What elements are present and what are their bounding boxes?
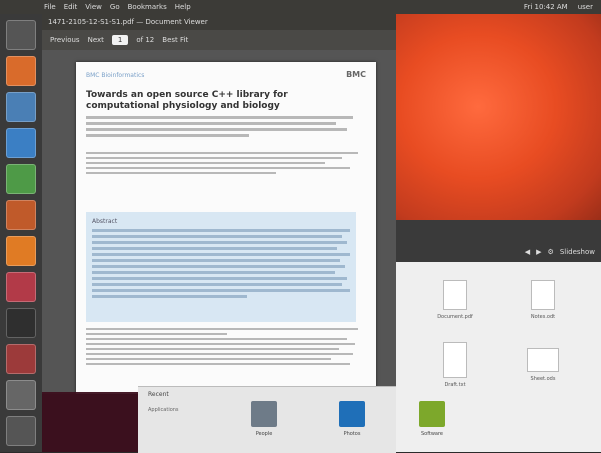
trash-icon[interactable] <box>6 416 36 446</box>
page-count: of 12 <box>136 36 155 44</box>
wallpaper-preview[interactable] <box>396 14 601 220</box>
app-menu: File Edit View Go Bookmarks Help <box>44 3 191 11</box>
next-button[interactable]: Next <box>88 36 104 44</box>
abstract-heading: Abstract <box>92 218 118 225</box>
calc-icon[interactable] <box>6 164 36 194</box>
body-text <box>86 328 358 368</box>
shelf-subheading[interactable]: Applications <box>148 407 179 413</box>
menu-go[interactable]: Go <box>110 3 120 11</box>
shelf-heading: Recent <box>148 391 169 398</box>
slideshow-button[interactable]: Slideshow <box>560 248 595 256</box>
file-item[interactable]: Notes.odt <box>508 280 578 320</box>
launcher <box>0 14 43 452</box>
workspace-icon[interactable] <box>6 380 36 410</box>
dash-home-icon[interactable] <box>6 20 36 50</box>
previous-button[interactable]: Previous <box>50 36 80 44</box>
shelf-item-people[interactable]: People <box>234 401 294 437</box>
file-name: Notes.odt <box>530 314 556 320</box>
abstract-box: Abstract <box>86 212 356 322</box>
clock[interactable]: Fri 10:42 AM <box>524 3 568 11</box>
settings-icon[interactable] <box>6 344 36 374</box>
photo-controls: ◀ ▶ ⚙ Slideshow <box>396 220 601 262</box>
zoom-select[interactable]: Best Fit <box>162 36 188 44</box>
next-photo-button[interactable]: ▶ <box>536 248 541 256</box>
shelf-item-photos[interactable]: Photos <box>322 401 382 437</box>
publisher-logo: BMC <box>346 70 366 79</box>
file-item[interactable]: Sheet.ods <box>508 348 578 382</box>
document-icon <box>443 280 467 310</box>
menu-edit[interactable]: Edit <box>64 3 78 11</box>
writer-icon[interactable] <box>6 128 36 158</box>
menu-file[interactable]: File <box>44 3 56 11</box>
file-name: Document.pdf <box>437 314 473 320</box>
shelf-item-label: Photos <box>343 431 361 437</box>
previous-photo-button[interactable]: ◀ <box>525 248 530 256</box>
pdf-page[interactable]: BMC Bioinformatics BMC Towards an open s… <box>76 62 376 394</box>
viewer-titlebar: 1471-2105-12-S1-S1.pdf — Document Viewer <box>42 14 396 30</box>
dash-results-shelf: Recent Applications People Photos Softwa… <box>138 386 445 453</box>
shelf-item-label: People <box>255 431 273 437</box>
dash-overlay <box>42 392 138 452</box>
journal-name: BMC Bioinformatics <box>86 72 145 79</box>
people-icon <box>251 401 277 427</box>
files-icon[interactable] <box>6 92 36 122</box>
document-icon <box>527 348 559 372</box>
music-icon[interactable] <box>6 272 36 302</box>
software-icon <box>419 401 445 427</box>
user-menu[interactable]: user <box>578 3 593 11</box>
shelf-item-label: Software <box>420 431 444 437</box>
browser-icon[interactable] <box>6 56 36 86</box>
window-title: 1471-2105-12-S1-S1.pdf — Document Viewer <box>48 18 208 26</box>
shelf-item-software[interactable]: Software <box>402 401 462 437</box>
menu-view[interactable]: View <box>85 3 102 11</box>
page-number-input[interactable]: 1 <box>111 35 129 45</box>
menu-bookmarks[interactable]: Bookmarks <box>128 3 167 11</box>
menu-help[interactable]: Help <box>175 3 191 11</box>
document-viewer-window: 1471-2105-12-S1-S1.pdf — Document Viewer… <box>42 14 397 394</box>
author-list <box>86 116 358 142</box>
viewer-toolbar: Previous Next 1 of 12 Best Fit <box>42 30 396 50</box>
impress-icon[interactable] <box>6 200 36 230</box>
file-name: Sheet.ods <box>530 376 556 382</box>
affiliation-text <box>86 152 358 177</box>
document-icon <box>443 342 467 378</box>
document-icon <box>531 280 555 310</box>
file-item[interactable]: Document.pdf <box>420 280 490 320</box>
paper-title: Towards an open source C++ library for c… <box>86 90 288 111</box>
photo-settings-button[interactable]: ⚙ <box>548 248 554 256</box>
software-center-icon[interactable] <box>6 236 36 266</box>
photos-icon <box>339 401 365 427</box>
file-name: Draft.txt <box>444 382 466 388</box>
terminal-icon[interactable] <box>6 308 36 338</box>
indicator-area: Fri 10:42 AM user <box>524 3 601 11</box>
top-panel: File Edit View Go Bookmarks Help Fri 10:… <box>0 0 601 14</box>
file-item[interactable]: Draft.txt <box>420 342 490 388</box>
